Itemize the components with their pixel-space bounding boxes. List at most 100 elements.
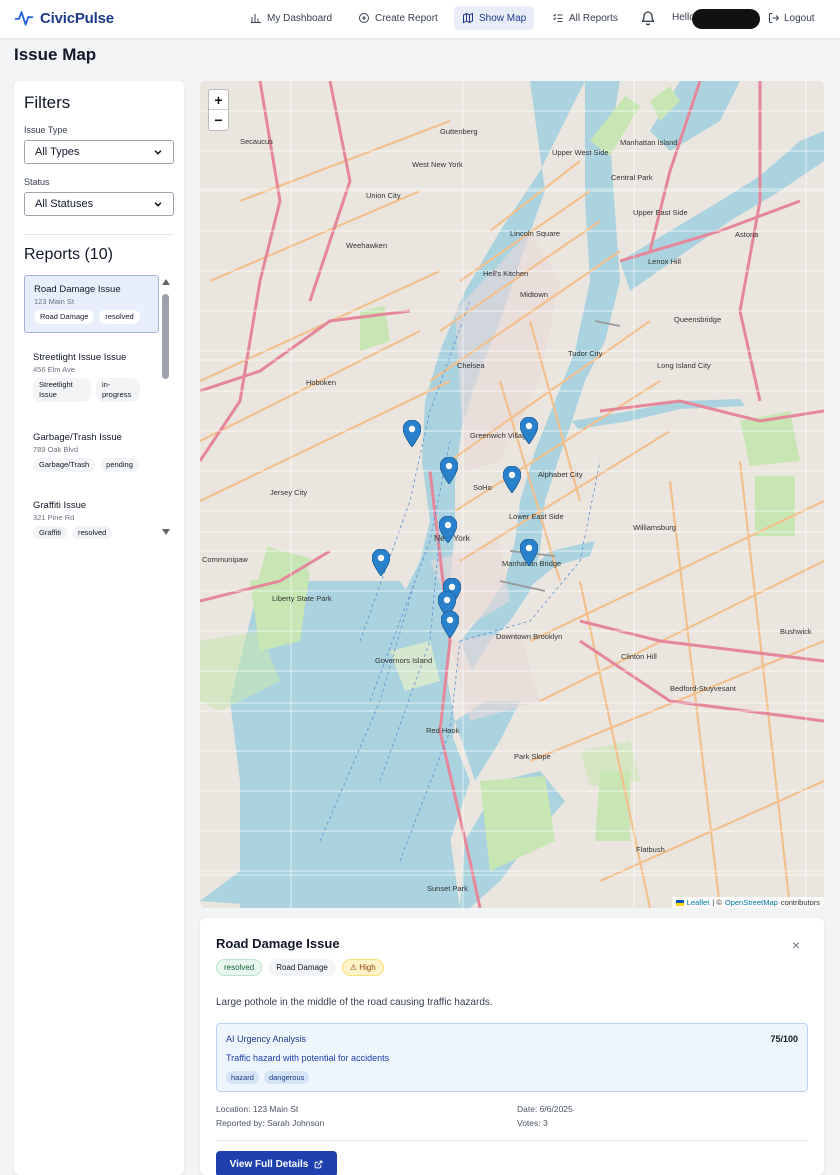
issue-type-value: All Types: [35, 146, 80, 158]
map-attribution: Leaflet | © OpenStreetMap contributors: [671, 897, 824, 908]
map-label-secaucus: Secaucus: [240, 137, 273, 146]
map-marker[interactable]: [439, 516, 457, 543]
detail-votes: Votes: 3: [517, 1118, 548, 1128]
filters-heading: Filters: [24, 93, 71, 112]
priority-badge: ⚠ High: [341, 959, 384, 977]
issue-type-select[interactable]: All Types: [24, 140, 174, 164]
page-title: Issue Map: [14, 45, 97, 64]
map-label-midtown: Midtown: [520, 290, 548, 299]
brand-name: CivicPulse: [40, 9, 114, 27]
logout-button[interactable]: Logout: [764, 6, 819, 30]
view-details-label: View Full Details: [229, 1158, 309, 1170]
map-label-liberty: Liberty State Park: [272, 594, 332, 603]
issue-type-label: Issue Type: [24, 125, 68, 135]
ai-analysis-title: AI Urgency Analysis: [226, 1034, 307, 1044]
map-marker[interactable]: [440, 457, 458, 484]
detail-location: Location: 123 Main St: [216, 1104, 299, 1114]
map-label-jersey-city: Jersey City: [270, 488, 308, 497]
report-card[interactable]: Streetlight Issue Issue 456 Elm Ave Stre…: [24, 344, 159, 410]
bell-icon[interactable]: [640, 9, 656, 27]
map-label-lincoln: Lincoln Square: [510, 229, 561, 238]
map-label-bed-stuy: Bedford-Stuyvesant: [670, 684, 736, 693]
map-label-flatbush: Flatbush: [636, 845, 665, 854]
nav-create-report[interactable]: Create Report: [350, 6, 446, 30]
sidebar-divider: [24, 234, 174, 235]
map-label-astoria: Astoria: [735, 230, 759, 239]
report-address: 789 Oak Blvd: [33, 445, 79, 454]
osm-link[interactable]: OpenStreetMap: [725, 898, 778, 907]
scroll-thumb[interactable]: [162, 294, 169, 379]
external-link-icon: [315, 1160, 323, 1168]
report-card[interactable]: Road Damage Issue 123 Main St Road Damag…: [24, 275, 159, 333]
status-select[interactable]: All Statuses: [24, 192, 174, 216]
nav-all-reports[interactable]: All Reports: [544, 6, 626, 30]
map-label-weehawken: Weehawken: [346, 241, 388, 250]
attribution-contributors: contributors: [780, 898, 820, 907]
redacted-username: [692, 9, 760, 29]
map-label-guttenberg: Guttenberg: [440, 127, 478, 136]
map-label-red-hook: Red Hook: [426, 726, 460, 735]
ai-analysis-text: Traffic hazard with potential for accide…: [226, 1053, 390, 1063]
brand-logo[interactable]: CivicPulse: [14, 8, 114, 28]
chevron-down-icon: [154, 150, 162, 155]
report-title: Road Damage Issue: [34, 284, 121, 295]
nav-show-map[interactable]: Show Map: [454, 6, 535, 30]
zoom-in-button[interactable]: +: [209, 90, 228, 110]
report-card[interactable]: Graffiti Issue 321 Pine Rd Graffiti reso…: [24, 492, 159, 539]
report-title: Graffiti Issue: [33, 500, 87, 511]
map-label-central-park: Central Park: [611, 173, 653, 182]
reports-heading: Reports (10): [24, 246, 113, 263]
map-label-alphabet: Alphabet City: [538, 470, 583, 479]
report-category-tag: Road Damage: [34, 310, 95, 324]
map-label-communipaw: Communipaw: [202, 555, 248, 564]
map-label-williamsburg: Williamsburg: [633, 523, 676, 532]
close-button[interactable]: ×: [792, 937, 800, 953]
map-label-park-slope: Park Slope: [514, 752, 551, 761]
detail-title: Road Damage Issue: [216, 936, 340, 951]
report-status-tag: pending: [100, 458, 139, 472]
ai-tag: hazard: [226, 1071, 259, 1084]
map-marker[interactable]: [520, 539, 538, 566]
logout-icon: [769, 13, 780, 23]
map-label-sunset: Sunset Park: [427, 884, 468, 893]
map-label-queensbridge: Queensbridge: [674, 315, 722, 324]
nav-create-label: Create Report: [375, 12, 438, 24]
map-label-west-ny: West New York: [412, 160, 463, 169]
filter-sidebar: Filters Issue Type All Types Status All …: [14, 81, 184, 1175]
zoom-out-button[interactable]: −: [209, 110, 228, 130]
leaflet-link[interactable]: Leaflet: [687, 898, 710, 907]
report-card[interactable]: Garbage/Trash Issue 789 Oak Blvd Garbage…: [24, 424, 159, 480]
list-check-icon: [553, 13, 563, 22]
map-icon: [463, 12, 473, 24]
report-category-tag: Streetlight Issue: [33, 378, 91, 402]
report-status-tag: in-progress: [96, 378, 140, 402]
map-label-governors: Governors Island: [375, 656, 433, 665]
map-marker[interactable]: [503, 466, 521, 493]
map-label-chelsea: Chelsea: [457, 361, 485, 370]
map-label-manhattan: Manhattan Island: [620, 138, 678, 147]
zoom-control: + −: [208, 89, 229, 131]
report-title: Streetlight Issue Issue: [33, 352, 127, 363]
map-label-les: Lower East Side: [509, 512, 564, 521]
report-list-scrollbar[interactable]: [161, 279, 171, 537]
map-label-hells: Hell's Kitchen: [483, 269, 529, 278]
scroll-up-arrow-icon[interactable]: [162, 279, 170, 285]
nav-dashboard[interactable]: My Dashboard: [242, 6, 340, 30]
map-label-bushwick: Bushwick: [780, 627, 812, 636]
map-marker[interactable]: [441, 611, 459, 638]
map-marker[interactable]: [372, 549, 390, 576]
attribution-separator: | ©: [712, 898, 722, 907]
report-list[interactable]: Road Damage Issue 123 Main St Road Damag…: [24, 275, 174, 539]
ukraine-flag-icon: [675, 899, 684, 906]
view-full-details-button[interactable]: View Full Details: [216, 1151, 337, 1175]
issue-map[interactable]: Manhattan Island Upper West Side Central…: [200, 81, 824, 908]
map-label-lenox: Lenox Hill: [648, 257, 681, 266]
map-marker[interactable]: [520, 417, 538, 444]
pulse-icon: [14, 11, 34, 26]
map-label-clinton: Clinton Hill: [621, 652, 657, 661]
report-address: 321 Pine Rd: [33, 513, 75, 522]
ai-analysis-box: AI Urgency Analysis 75/100 Traffic hazar…: [216, 1023, 808, 1092]
scroll-down-arrow-icon[interactable]: [162, 529, 170, 535]
map-marker[interactable]: [403, 420, 421, 447]
detail-description: Large pothole in the middle of the road …: [216, 997, 493, 1008]
